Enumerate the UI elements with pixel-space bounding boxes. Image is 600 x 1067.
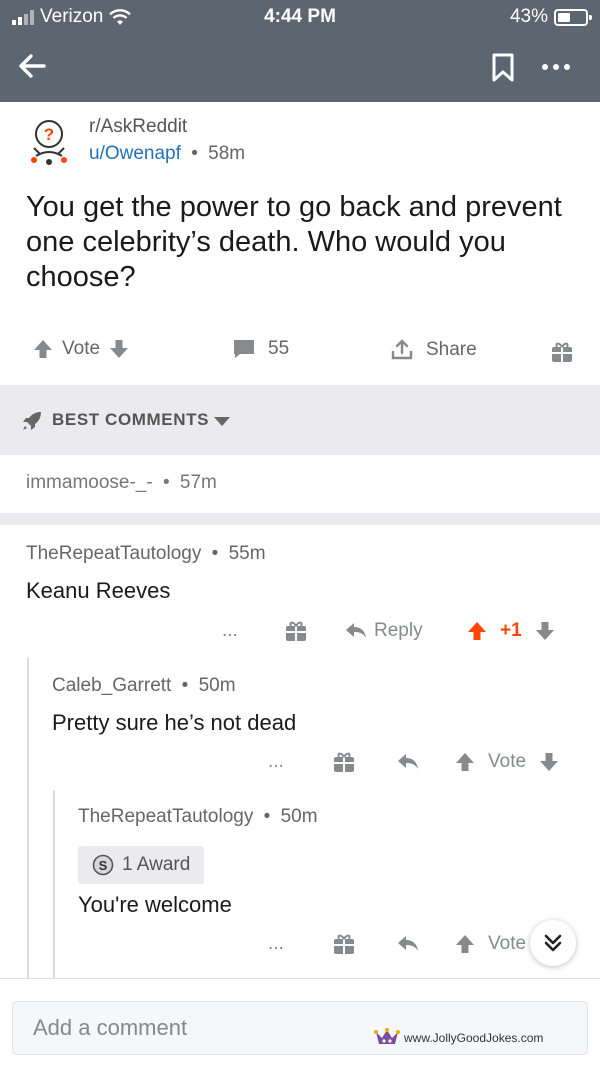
watermark: www.JollyGoodJokes.com	[374, 1028, 543, 1048]
more-horizontal-icon[interactable]	[536, 50, 576, 84]
comment-actions: ... Vote	[0, 926, 600, 962]
post-vote-label: Vote	[62, 338, 101, 359]
comment-score: +1	[500, 620, 522, 641]
separator-dot: •	[162, 472, 170, 493]
battery-percent: 43%	[509, 6, 548, 27]
vote-label: Vote	[488, 933, 527, 954]
comment-separator	[0, 513, 600, 525]
sort-label: BEST COMMENTS	[52, 410, 210, 429]
more-options-button[interactable]: ...	[222, 613, 238, 649]
comment-meta: Caleb_Garrett • 50m	[52, 675, 236, 697]
sort-bar[interactable]: BEST COMMENTS	[0, 385, 600, 455]
comment-age: 55m	[228, 543, 266, 564]
reply-button[interactable]: Reply	[344, 613, 423, 649]
post-author-line: u/Owenapf • 58m	[89, 143, 245, 165]
comment-vote-group: +1	[466, 613, 556, 649]
comment-body: Pretty sure he’s not dead	[52, 710, 297, 735]
comment-age: 50m	[280, 806, 318, 827]
share-icon	[391, 339, 413, 360]
svg-text:S: S	[99, 858, 108, 873]
comment-age: 57m	[179, 472, 217, 493]
comment-author[interactable]: Caleb_Garrett	[52, 675, 171, 696]
post-title: You get the power to go back and prevent…	[26, 191, 562, 293]
downvote-arrow-icon[interactable]	[108, 338, 130, 360]
subreddit-avatar[interactable]: ?	[24, 118, 74, 168]
post-share-button[interactable]: Share	[390, 338, 477, 362]
downvote-arrow-icon[interactable]	[538, 751, 560, 773]
comment-composer-bar: Add a comment	[0, 978, 600, 1067]
separator-dot: •	[211, 543, 219, 564]
comment-author[interactable]: TheRepeatTautology	[26, 543, 201, 564]
gift-award-icon[interactable]	[332, 932, 356, 956]
caret-down-icon	[214, 417, 230, 426]
upvote-arrow-icon[interactable]	[32, 338, 54, 360]
downvote-arrow-icon[interactable]	[534, 620, 556, 642]
signal-icon	[12, 9, 34, 25]
upvote-arrow-icon[interactable]	[454, 751, 476, 773]
comment-body: You're welcome	[78, 892, 232, 917]
comment-actions: ... Vote	[0, 744, 600, 780]
top-nav-bar	[0, 34, 600, 102]
silver-award-icon: S	[92, 854, 114, 876]
comment-author[interactable]: immamoose-_-	[26, 472, 153, 493]
comment-age: 50m	[198, 675, 236, 696]
carrier-label: Verizon	[40, 6, 104, 27]
separator-dot: •	[181, 675, 189, 696]
comment-actions: ... Reply +1	[0, 613, 600, 649]
upvote-arrow-icon[interactable]	[466, 620, 488, 642]
separator-dot: •	[263, 806, 271, 827]
post-comments-button[interactable]: 55	[232, 338, 289, 360]
status-left: Verizon	[12, 6, 132, 28]
more-options-button[interactable]: ...	[268, 926, 284, 962]
jump-next-comment-button[interactable]	[530, 920, 576, 966]
watermark-text: www.JollyGoodJokes.com	[404, 1031, 544, 1045]
award-badge[interactable]: S 1 Award	[78, 846, 205, 884]
separator-dot: •	[191, 143, 198, 164]
bookmark-icon[interactable]	[488, 50, 518, 84]
vote-label: Vote	[488, 751, 527, 772]
post-actions-bar: Vote 55 Share	[0, 330, 600, 374]
gift-award-icon[interactable]	[332, 750, 356, 774]
gift-award-icon[interactable]	[550, 340, 574, 364]
award-label: 1 Award	[122, 854, 191, 875]
gift-award-icon[interactable]	[284, 619, 308, 643]
comment-vote-group: Vote	[454, 926, 526, 962]
reply-arrow-icon[interactable]	[396, 752, 420, 772]
subreddit-name[interactable]: r/AskReddit	[89, 116, 187, 138]
status-bar: Verizon 4:44 PM 43%	[0, 0, 600, 34]
comment-meta: TheRepeatTautology • 55m	[26, 543, 266, 565]
comment-author[interactable]: TheRepeatTautology	[78, 806, 253, 827]
comment-count: 55	[268, 338, 290, 359]
battery-icon	[554, 8, 592, 26]
reply-arrow-icon	[346, 623, 366, 638]
status-right: 43%	[509, 6, 592, 28]
comment-body: Keanu Reeves	[26, 578, 171, 603]
more-options-button[interactable]: ...	[268, 744, 284, 780]
reply-label: Reply	[374, 620, 423, 641]
upvote-arrow-icon[interactable]	[454, 933, 476, 955]
comment-vote-group: Vote	[454, 744, 560, 780]
rocket-icon	[23, 412, 41, 430]
comment-bubble-icon	[234, 340, 254, 358]
comment-meta: TheRepeatTautology • 50m	[78, 806, 318, 828]
jester-logo-icon	[374, 1028, 400, 1044]
share-label: Share	[426, 339, 477, 360]
reply-arrow-icon[interactable]	[396, 934, 420, 954]
post-vote-group: Vote	[32, 338, 130, 360]
wifi-icon	[109, 8, 132, 25]
post-age: 58m	[208, 143, 246, 164]
svg-text:?: ?	[44, 125, 54, 144]
double-chevron-down-icon	[544, 934, 562, 952]
collapsed-comment[interactable]: immamoose-_- • 57m	[26, 472, 217, 494]
post-author[interactable]: u/Owenapf	[89, 143, 181, 164]
arrow-left-icon[interactable]	[14, 48, 50, 84]
